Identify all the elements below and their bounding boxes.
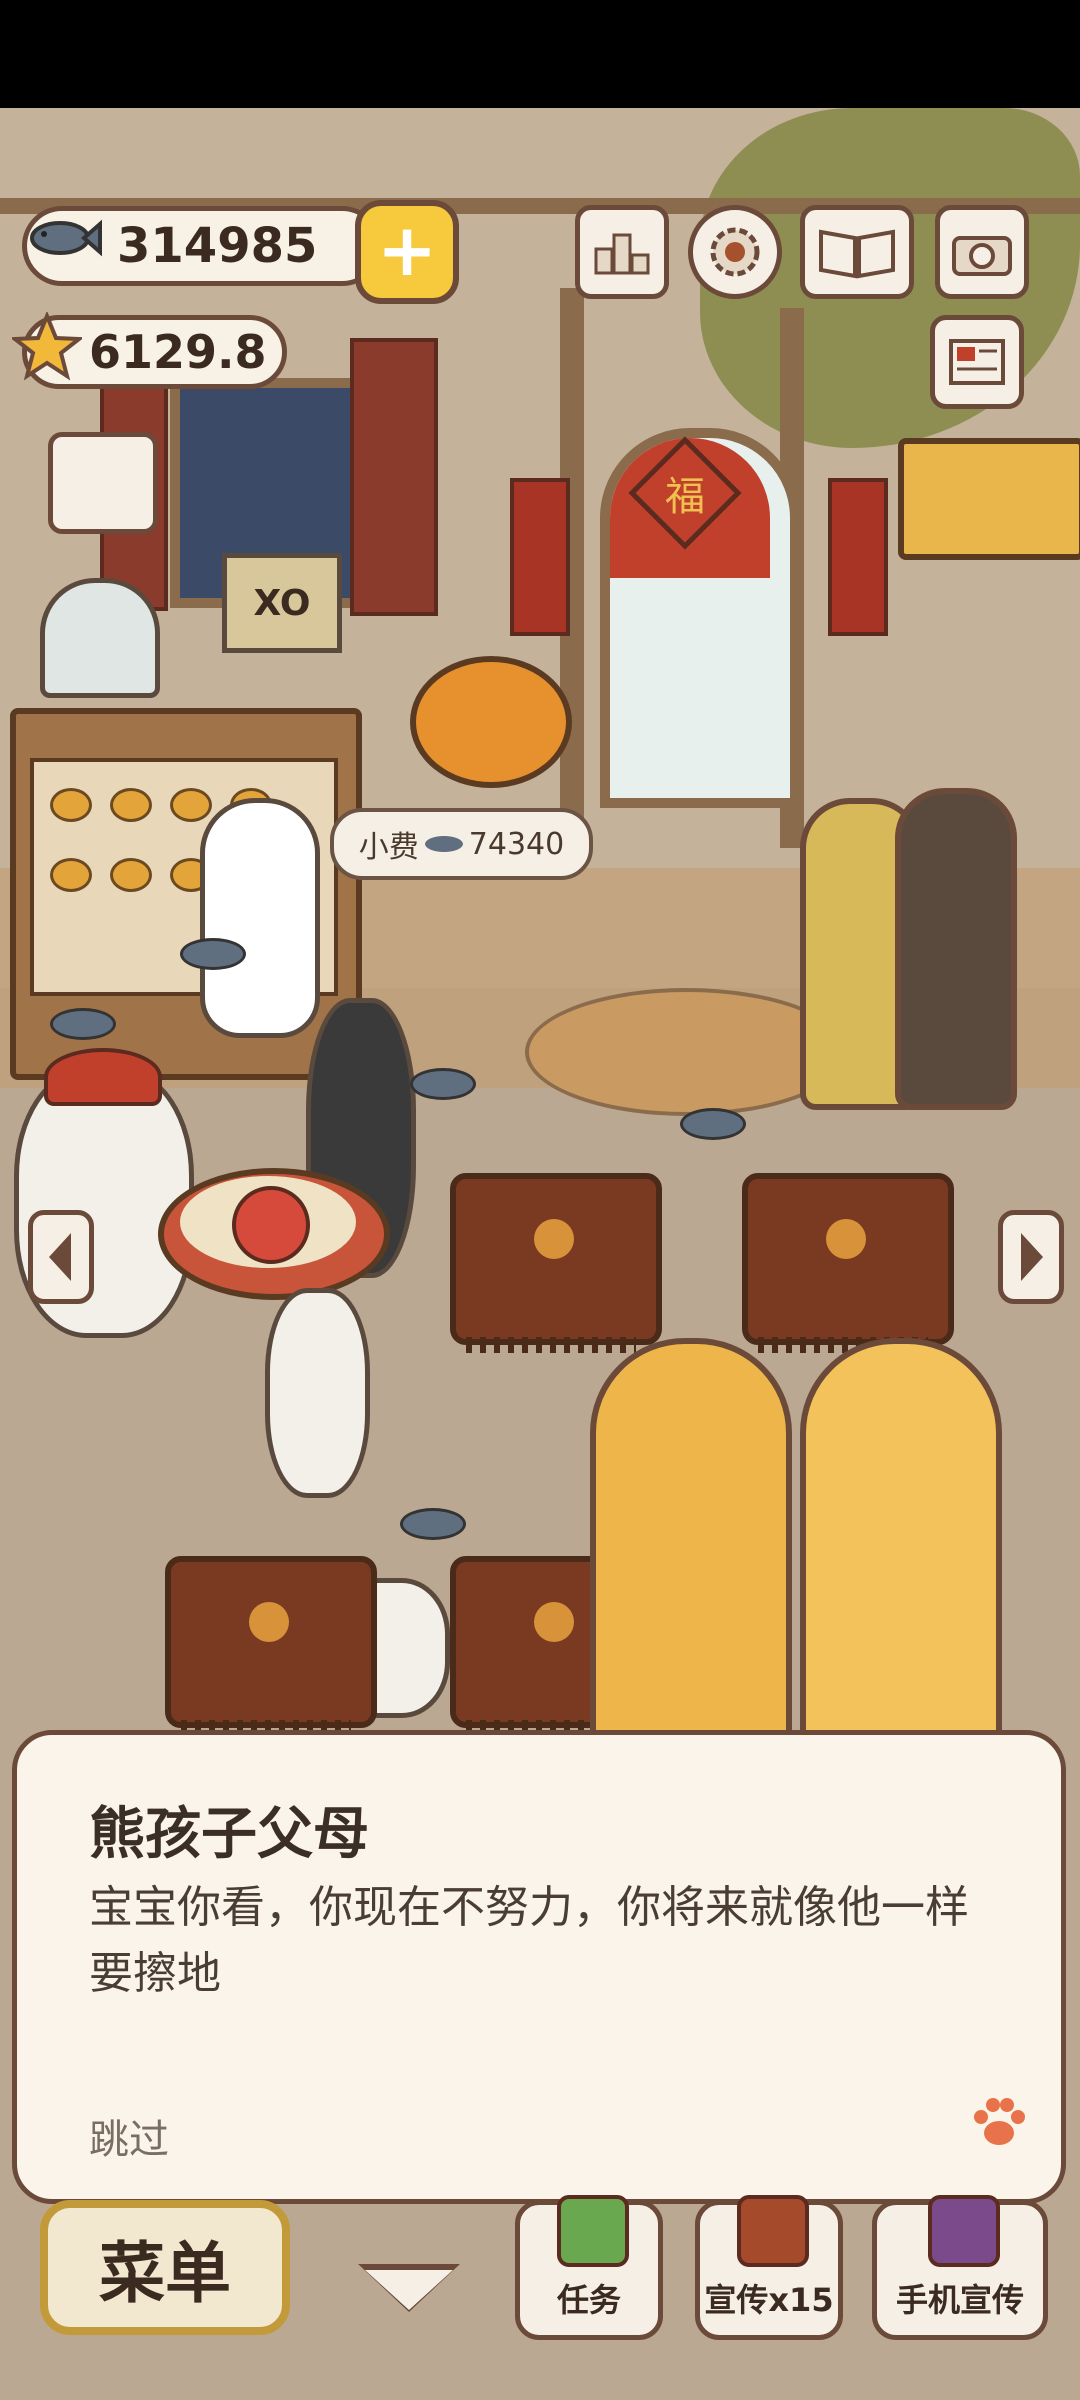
phone-promo-button[interactable]: 手机宣传 bbox=[872, 2195, 1048, 2340]
xo-box-label: XO bbox=[253, 582, 311, 624]
table-seat[interactable] bbox=[450, 1173, 662, 1353]
dialog-box[interactable]: 熊孩子父母 宝宝你看，你现在不努力，你将来就像他一样要擦地 跳过 bbox=[12, 1730, 1066, 2204]
promo-label: 宣传x15 bbox=[704, 2281, 834, 2319]
task-label: 任务 bbox=[556, 2281, 621, 2319]
cake-dome bbox=[40, 578, 160, 698]
guide-book-icon[interactable] bbox=[800, 205, 914, 299]
scroll-left-arrow[interactable] bbox=[28, 1210, 94, 1304]
star-count: 6129.8 bbox=[89, 325, 267, 379]
pastry bbox=[110, 858, 152, 892]
fish-icon bbox=[424, 836, 463, 852]
spring-banner-right bbox=[828, 478, 888, 636]
customer-man-back[interactable] bbox=[895, 788, 1017, 1110]
fish-coin[interactable] bbox=[50, 1008, 116, 1040]
scroll-right-arrow[interactable] bbox=[998, 1210, 1064, 1304]
spotted-cat[interactable] bbox=[265, 1288, 370, 1498]
goose-waiter[interactable] bbox=[200, 798, 320, 1038]
phone-promo-label: 手机宣传 bbox=[895, 2281, 1024, 2319]
settings-gear-icon[interactable] bbox=[688, 205, 782, 299]
menu-label: 菜单 bbox=[99, 2234, 231, 2312]
star-icon bbox=[12, 312, 82, 381]
fish-count: 314985 bbox=[117, 218, 318, 274]
strawberry-plate bbox=[232, 1186, 310, 1264]
tip-amount: 74340 bbox=[468, 826, 565, 862]
fish-coin[interactable] bbox=[400, 1508, 466, 1540]
promo-icon bbox=[737, 2195, 809, 2267]
lantern-signboard bbox=[898, 438, 1080, 560]
tip-bubble[interactable]: 小费 74340 bbox=[330, 808, 593, 880]
skip-button[interactable]: 跳过 bbox=[89, 2107, 169, 2165]
pastry bbox=[50, 858, 92, 892]
dialog-text: 宝宝你看，你现在不努力，你将来就像他一样要擦地 bbox=[89, 1882, 969, 1999]
fu-sign-text: 福 bbox=[665, 474, 705, 520]
fish-coin[interactable] bbox=[410, 1068, 476, 1100]
add-fish-button[interactable]: + bbox=[355, 200, 459, 304]
collapse-arrow-button[interactable] bbox=[365, 2270, 453, 2310]
camera-icon[interactable] bbox=[935, 205, 1029, 299]
speaker-name: 熊孩子父母 bbox=[89, 1802, 369, 1867]
ranking-icon[interactable] bbox=[575, 205, 669, 299]
fish-icon bbox=[30, 219, 102, 257]
spring-banner-left bbox=[510, 478, 570, 636]
table-seat[interactable] bbox=[165, 1556, 377, 1736]
menu-button[interactable]: 菜单 bbox=[40, 2200, 290, 2335]
newspaper-icon[interactable] bbox=[930, 315, 1024, 409]
status-bar bbox=[0, 0, 1080, 108]
fish-coin[interactable] bbox=[680, 1108, 746, 1140]
curtain-right bbox=[350, 338, 438, 616]
pastry bbox=[170, 788, 212, 822]
task-button[interactable]: 任务 bbox=[515, 2195, 663, 2340]
fish-coin[interactable] bbox=[180, 938, 246, 970]
promo-button[interactable]: 宣传x15 bbox=[695, 2195, 843, 2340]
phone-promo-icon bbox=[928, 2195, 1000, 2267]
tip-label: 小费 bbox=[358, 830, 419, 865]
paw-icon[interactable] bbox=[969, 2093, 1029, 2153]
table-seat[interactable] bbox=[742, 1173, 954, 1353]
pumpkin-decoration bbox=[410, 656, 572, 788]
task-icon bbox=[557, 2195, 629, 2267]
pastry bbox=[50, 788, 92, 822]
santa-hat bbox=[44, 1048, 162, 1106]
pastry bbox=[110, 788, 152, 822]
xo-box: XO bbox=[222, 553, 342, 653]
shop-icon[interactable] bbox=[48, 432, 158, 534]
